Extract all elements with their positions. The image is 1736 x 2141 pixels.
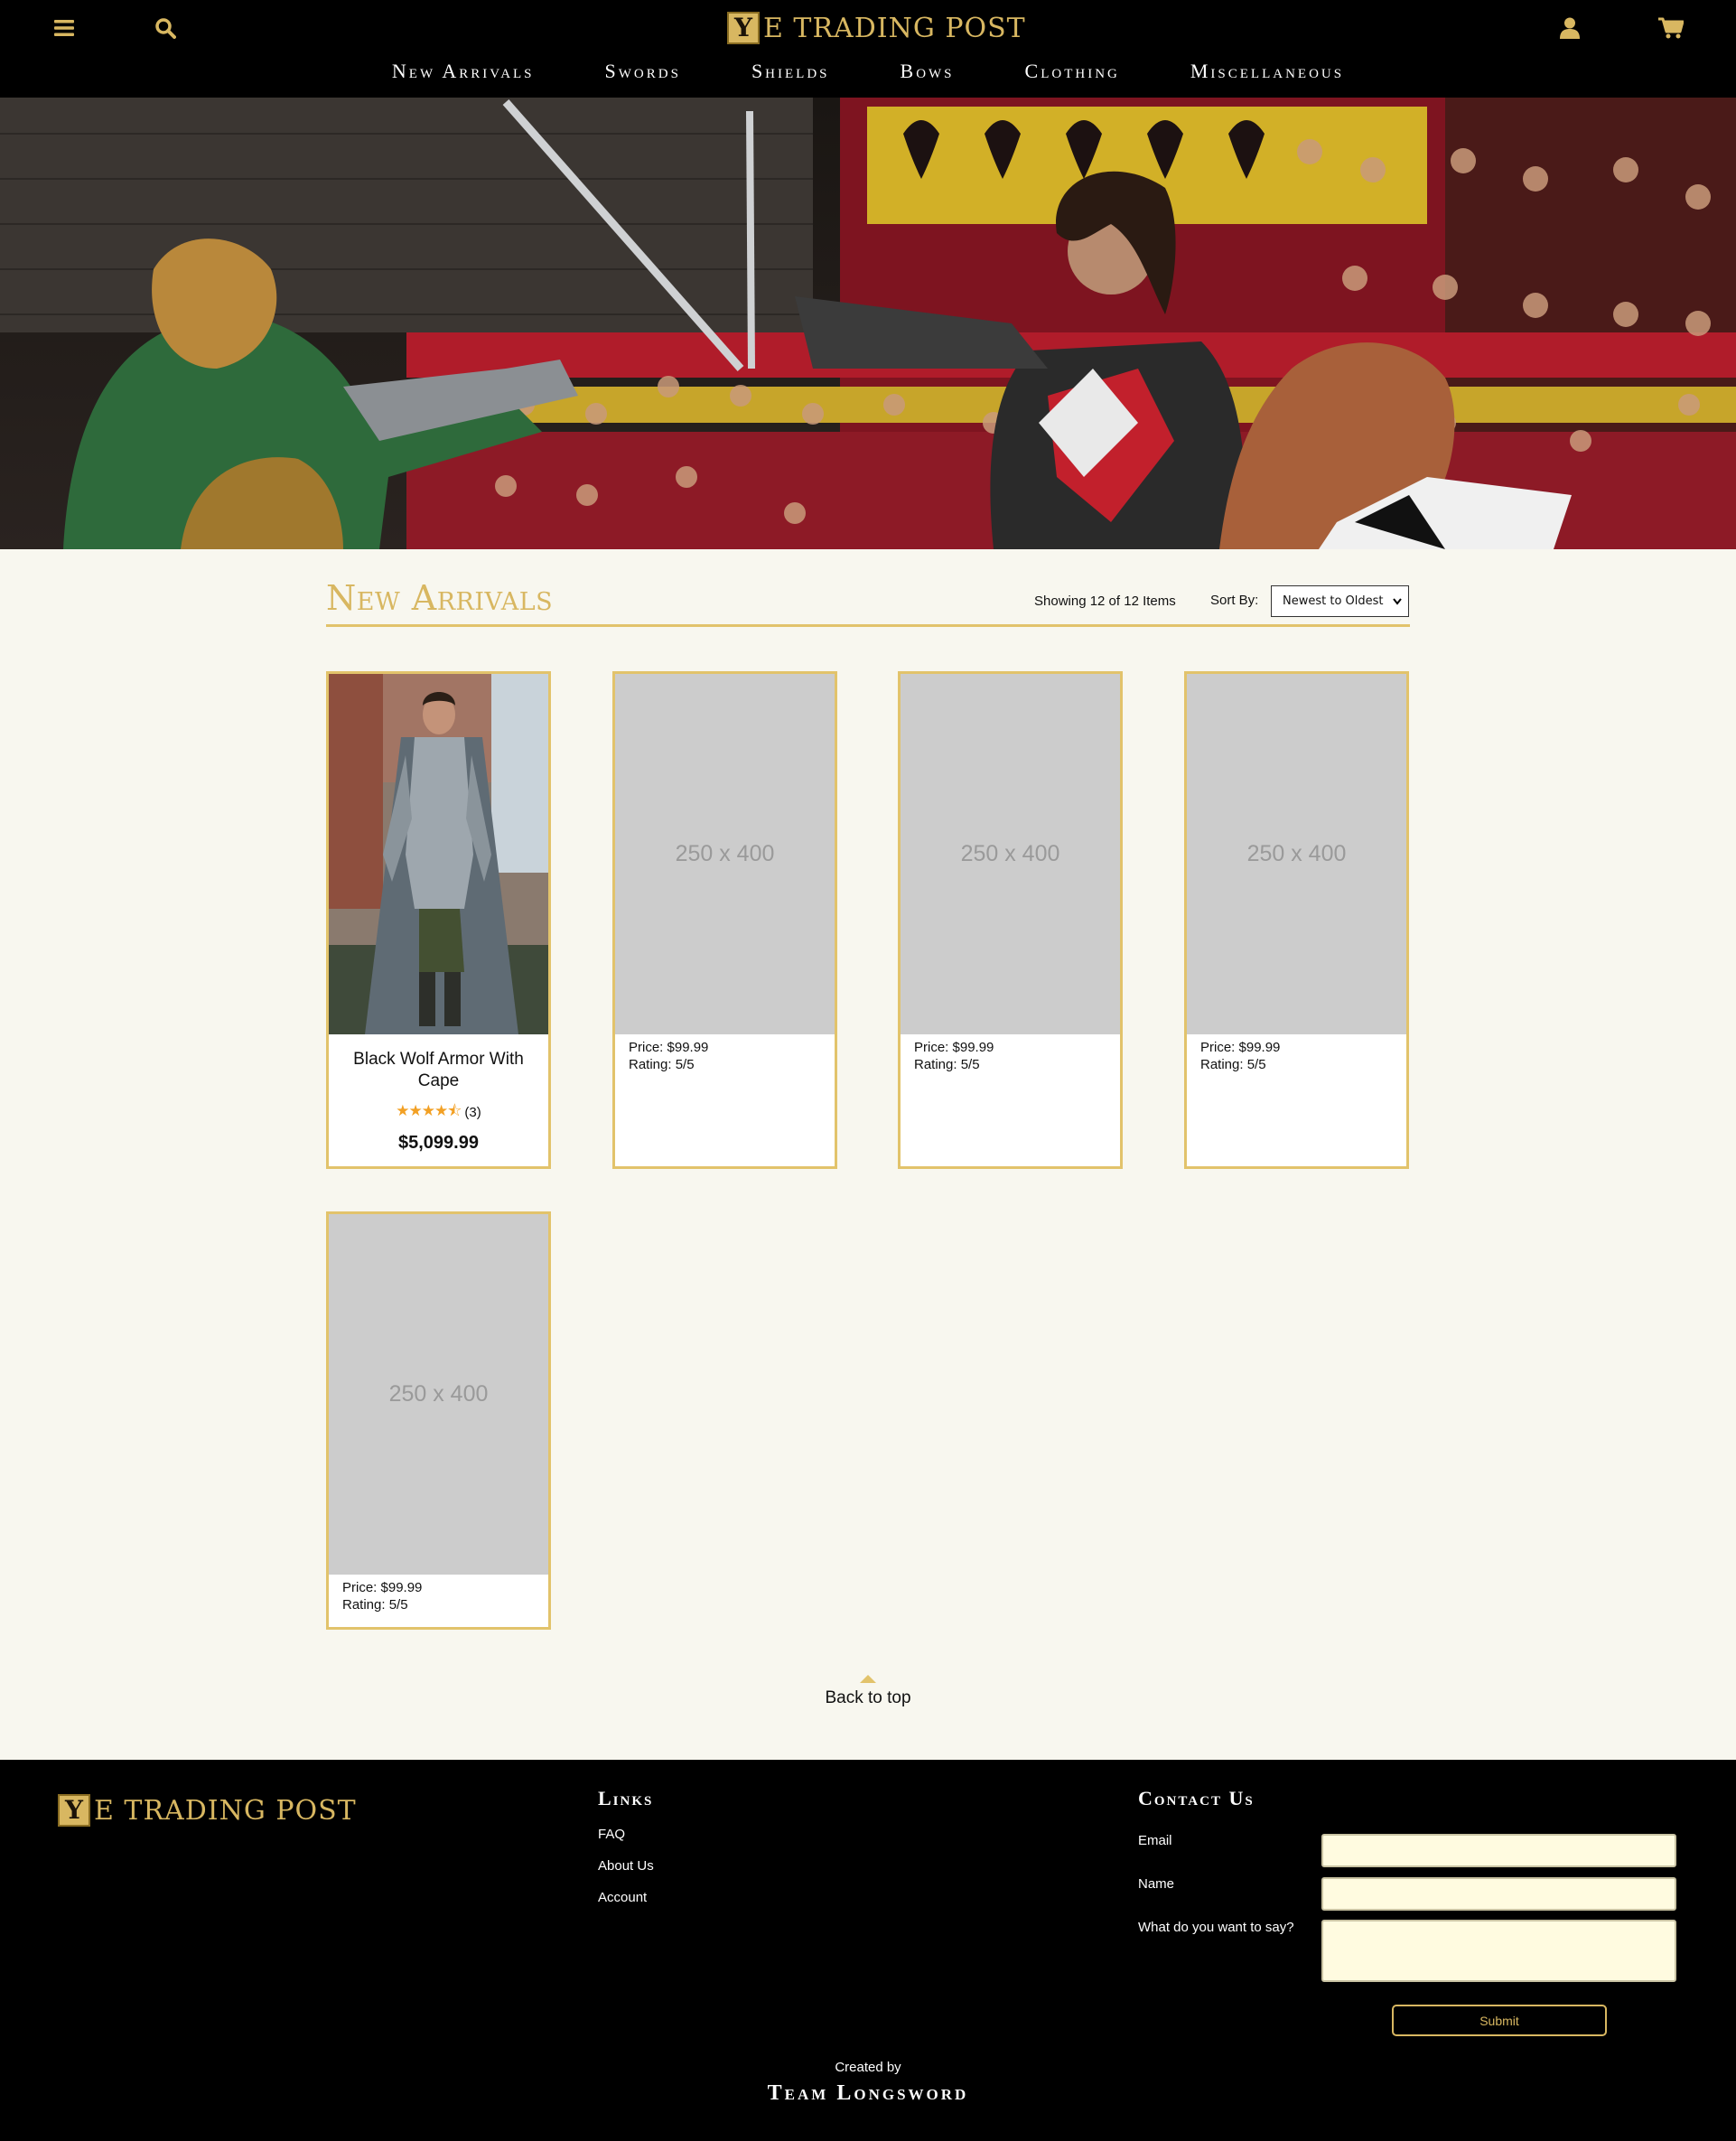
created-by-label: Created by: [835, 2060, 901, 2075]
sort-selected-value: Newest to Oldest: [1283, 594, 1384, 608]
rating-count: (3): [464, 1105, 481, 1120]
menu-icon[interactable]: [49, 13, 79, 43]
product-meta: Price: $99.99 Rating: 5/5: [1187, 1034, 1406, 1073]
message-textarea[interactable]: [1321, 1920, 1676, 1982]
product-image-placeholder[interactable]: 250 x 400: [1187, 674, 1406, 1034]
product-rating: ★★★★⯪ (3): [329, 1099, 548, 1126]
product-rating: Rating: 5/5: [629, 1057, 695, 1072]
sort-select[interactable]: Newest to Oldest: [1271, 585, 1409, 617]
product-card[interactable]: 250 x 400 Price: $99.99 Rating: 5/5: [1184, 671, 1409, 1169]
star-rating-icon: ★★★★⯪: [396, 1102, 462, 1119]
product-price: Price: $99.99: [342, 1580, 423, 1595]
product-card[interactable]: Black Wolf Armor With Cape ★★★★⯪ (3) $5,…: [326, 671, 551, 1169]
product-card[interactable]: 250 x 400 Price: $99.99 Rating: 5/5: [612, 671, 837, 1169]
logo-emblem: Y: [727, 12, 760, 44]
product-price: Price: $99.99: [629, 1040, 709, 1055]
footer-link-account[interactable]: Account: [598, 1890, 647, 1905]
back-to-top-label: Back to top: [825, 1688, 911, 1707]
site-footer: Y E TRADING POST Links FAQ About Us Acco…: [0, 1760, 1736, 2141]
nav-shields[interactable]: Shields: [751, 60, 830, 83]
items-count: Showing 12 of 12 Items: [1034, 594, 1176, 609]
product-meta: Price: $99.99 Rating: 5/5: [901, 1034, 1120, 1073]
links-heading: Links: [598, 1787, 654, 1809]
sort-label: Sort By:: [1210, 593, 1259, 608]
email-label: Email: [1138, 1833, 1172, 1848]
chevron-down-icon: [1393, 598, 1402, 605]
product-card[interactable]: 250 x 400 Price: $99.99 Rating: 5/5: [898, 671, 1123, 1169]
nav-clothing[interactable]: Clothing: [1025, 60, 1120, 83]
product-rating: Rating: 5/5: [914, 1057, 980, 1072]
product-name[interactable]: Black Wolf Armor With Cape: [329, 1049, 548, 1092]
nav-swords[interactable]: Swords: [605, 60, 681, 83]
name-field[interactable]: [1321, 1877, 1676, 1911]
cart-icon[interactable]: [1656, 13, 1686, 43]
user-icon[interactable]: [1554, 13, 1585, 43]
nav-new-arrivals[interactable]: New Arrivals: [392, 60, 535, 83]
hero-banner-image: [0, 98, 1736, 549]
product-rating: Rating: 5/5: [342, 1597, 408, 1613]
logo-text: E TRADING POST: [763, 12, 1026, 44]
site-logo[interactable]: Y E TRADING POST: [727, 10, 1026, 46]
product-image-placeholder[interactable]: 250 x 400: [329, 1214, 548, 1575]
product-image[interactable]: [329, 674, 548, 1034]
section-divider: [326, 624, 1410, 627]
nav-miscellaneous[interactable]: Miscellaneous: [1190, 60, 1344, 83]
product-card[interactable]: 250 x 400 Price: $99.99 Rating: 5/5: [326, 1211, 551, 1630]
back-to-top-link[interactable]: Back to top: [823, 1675, 913, 1708]
message-label: What do you want to say?: [1138, 1920, 1294, 1935]
product-image-placeholder[interactable]: 250 x 400: [901, 674, 1120, 1034]
site-header: Y E TRADING POST New Arrivals Swords Shi…: [0, 0, 1736, 98]
logo-text: E TRADING POST: [94, 1794, 357, 1827]
product-price: Price: $99.99: [1200, 1040, 1281, 1055]
main-nav: New Arrivals Swords Shields Bows Clothin…: [0, 60, 1736, 83]
search-icon[interactable]: [150, 13, 181, 43]
logo-emblem: Y: [58, 1794, 90, 1827]
footer-link-about-us[interactable]: About Us: [598, 1858, 654, 1874]
nav-bows[interactable]: Bows: [901, 60, 955, 83]
footer-link-faq[interactable]: FAQ: [598, 1827, 625, 1842]
product-price: Price: $99.99: [914, 1040, 994, 1055]
contact-heading: Contact Us: [1138, 1787, 1255, 1809]
footer-logo[interactable]: Y E TRADING POST: [58, 1794, 357, 1827]
product-rating: Rating: 5/5: [1200, 1057, 1266, 1072]
email-field[interactable]: [1321, 1834, 1676, 1867]
team-name: Team Longsword: [767, 2081, 969, 2105]
submit-button[interactable]: Submit: [1392, 2005, 1607, 2036]
product-meta: Price: $99.99 Rating: 5/5: [329, 1575, 548, 1613]
product-price: $5,099.99: [398, 1133, 479, 1153]
product-meta: Price: $99.99 Rating: 5/5: [615, 1034, 835, 1073]
product-image-placeholder[interactable]: 250 x 400: [615, 674, 835, 1034]
caret-up-icon: [860, 1675, 876, 1683]
section-title: New Arrivals: [326, 578, 554, 618]
name-label: Name: [1138, 1876, 1175, 1892]
